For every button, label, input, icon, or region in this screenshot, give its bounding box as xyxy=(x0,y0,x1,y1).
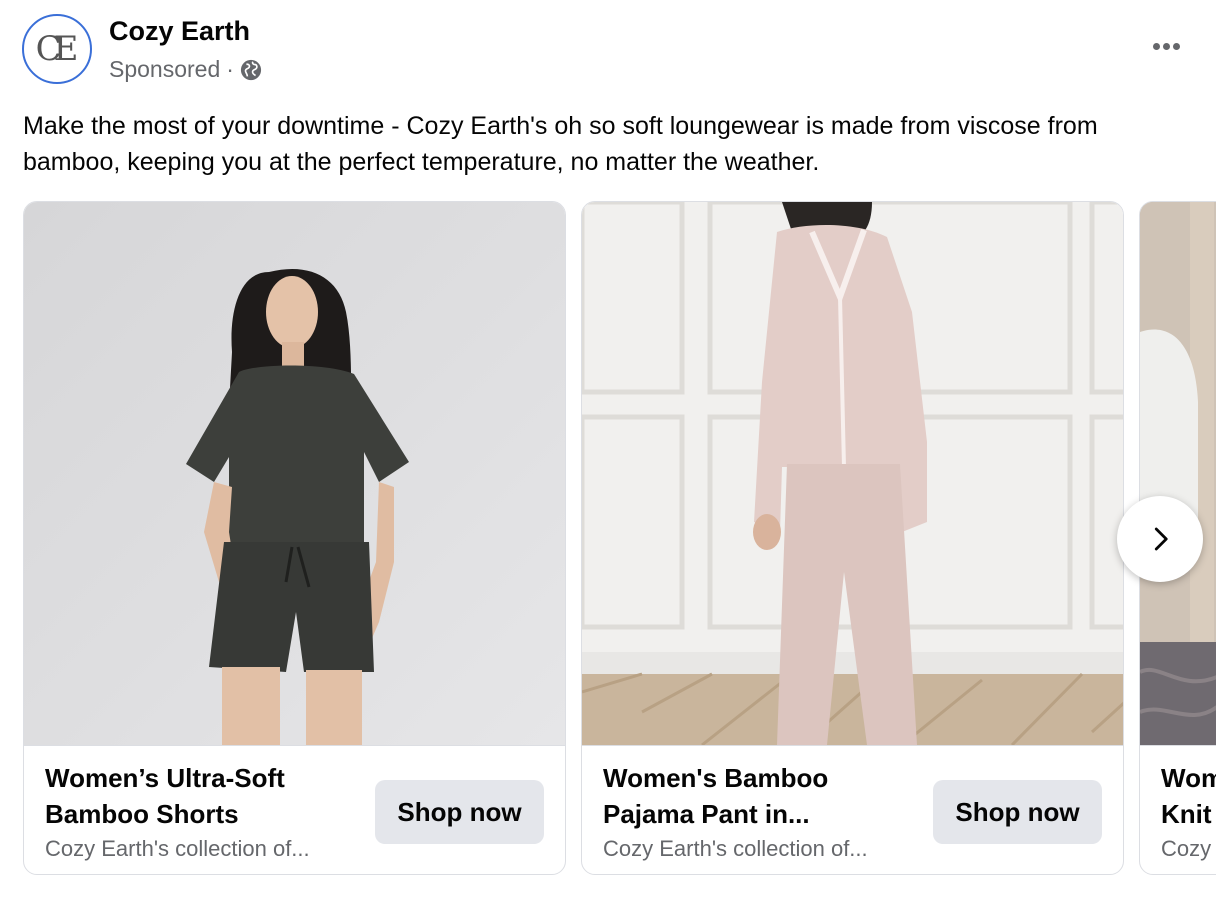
globe-icon[interactable] xyxy=(240,59,262,81)
card-footer: Women's Bamboo Pajama Pant in... Cozy Ea… xyxy=(582,745,1123,874)
product-carousel: Women’s Ultra-Soft Bamboo Shorts Cozy Ea… xyxy=(23,201,1216,877)
card-footer: Women’s Ultra-Soft Bamboo Shorts Cozy Ea… xyxy=(24,745,565,874)
card-title[interactable]: Women’s Ultra-Soft Bamboo Shorts xyxy=(45,760,355,832)
product-image[interactable] xyxy=(24,202,566,745)
product-image[interactable] xyxy=(582,202,1124,745)
card-description: Cozy Earth's collection of... xyxy=(45,836,310,861)
carousel-next-button[interactable] xyxy=(1117,496,1203,582)
page-avatar[interactable]: CE xyxy=(22,14,92,84)
card-description: Cozy xyxy=(1161,836,1212,861)
card-title[interactable]: Wom Knit xyxy=(1161,760,1216,832)
more-options-icon[interactable] xyxy=(1146,30,1186,62)
avatar-monogram: CE xyxy=(35,29,79,69)
chevron-right-icon xyxy=(1154,527,1168,551)
shop-now-button[interactable]: Shop now xyxy=(933,780,1102,844)
post-header: CE Cozy Earth Sponsored · xyxy=(22,12,1216,86)
card-title[interactable]: Women's Bamboo Pajama Pant in... xyxy=(603,760,913,832)
carousel-card[interactable]: Women's Bamboo Pajama Pant in... Cozy Ea… xyxy=(581,201,1124,875)
sponsored-label[interactable]: Sponsored xyxy=(109,56,220,83)
card-footer: Wom Knit Cozy xyxy=(1140,745,1216,874)
card-description: Cozy Earth's collection of... xyxy=(603,836,868,861)
product-image[interactable] xyxy=(1140,202,1216,745)
post-caption: Make the most of your downtime - Cozy Ea… xyxy=(23,112,1098,176)
meta-separator: · xyxy=(226,56,234,82)
page-name-link[interactable]: Cozy Earth xyxy=(109,16,250,47)
carousel-card[interactable]: Women’s Ultra-Soft Bamboo Shorts Cozy Ea… xyxy=(23,201,566,875)
post-meta: Sponsored · xyxy=(109,56,262,83)
shop-now-button[interactable]: Shop now xyxy=(375,780,544,844)
